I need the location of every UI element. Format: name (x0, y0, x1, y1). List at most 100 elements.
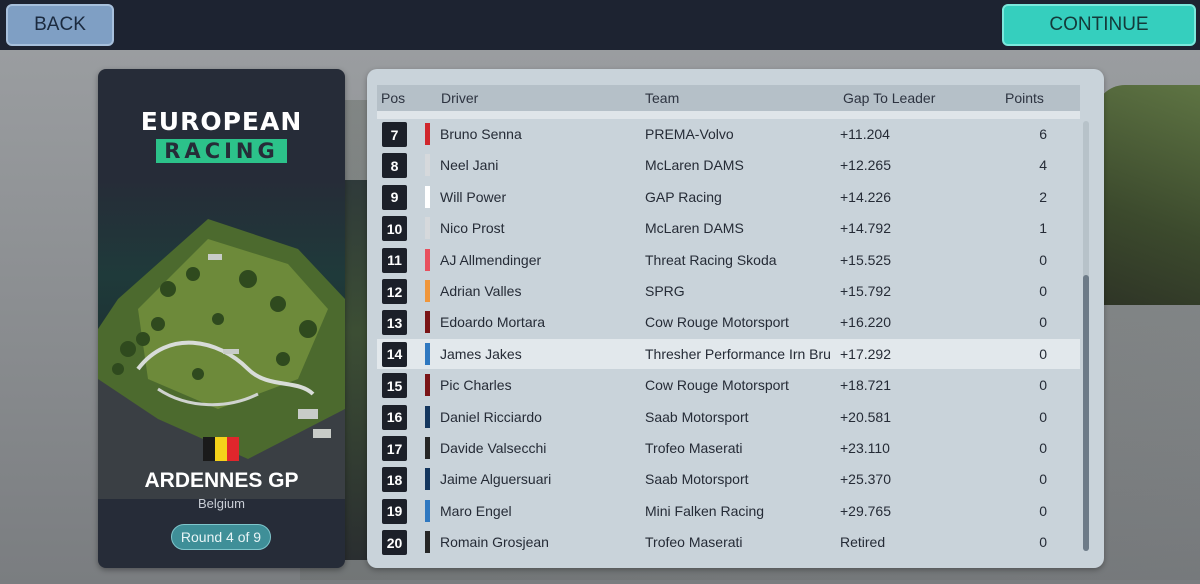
driver-name: Neel Jani (440, 157, 499, 174)
position-badge: 7 (382, 122, 407, 147)
points: 0 (1039, 408, 1047, 425)
team-color-bar (425, 280, 430, 302)
points: 0 (1039, 471, 1047, 488)
series-logo-line1: EUROPEAN (140, 107, 303, 136)
gap-to-leader: +14.226 (840, 188, 891, 205)
background-island (1095, 85, 1200, 305)
belgium-flag-icon (203, 437, 239, 461)
gap-to-leader: +14.792 (840, 220, 891, 237)
position-badge: 19 (382, 498, 407, 524)
header-team: Team (645, 90, 680, 106)
team-color-bar (425, 374, 430, 397)
table-row[interactable]: 7 Bruno Senna PREMA-Volvo +11.204 6 (377, 119, 1080, 149)
team-name: Cow Rouge Motorsport (645, 377, 789, 394)
table-row[interactable]: 17 Davide Valsecchi Trofeo Maserati +23.110… (377, 433, 1080, 463)
position-badge: 14 (382, 341, 407, 367)
points: 4 (1039, 157, 1047, 174)
team-color-bar (425, 342, 430, 365)
position-badge: 10 (382, 216, 407, 242)
position-badge: 12 (382, 279, 407, 304)
position-badge: 13 (382, 310, 407, 336)
driver-name: Romain Grosjean (440, 534, 549, 551)
flag-stripe (227, 437, 239, 461)
driver-name: Daniel Ricciardo (440, 408, 542, 425)
position-badge: 8 (382, 153, 407, 179)
points: 0 (1039, 345, 1047, 362)
gap-to-leader: +15.792 (840, 283, 891, 299)
position-badge: 9 (382, 184, 407, 210)
gap-to-leader: +11.204 (840, 126, 890, 142)
team-name: SPRG (645, 283, 685, 299)
table-row[interactable]: 15 Pic Charles Cow Rouge Motorsport +18.721… (377, 370, 1080, 400)
team-name: GAP Racing (645, 188, 722, 205)
points: 0 (1039, 283, 1047, 299)
table-row[interactable]: 19 Maro Engel Mini Falken Racing +29.765 0 (377, 496, 1080, 526)
team-color-bar (425, 311, 430, 334)
team-name: PREMA-Volvo (645, 126, 734, 142)
header-points: Points (1005, 90, 1044, 106)
gap-to-leader: Retired (840, 534, 886, 551)
team-color-bar (425, 437, 430, 459)
header-gap: Gap To Leader (843, 90, 936, 106)
flag-stripe (203, 437, 215, 461)
driver-name: Bruno Senna (440, 126, 522, 142)
points: 0 (1039, 440, 1047, 456)
continue-button[interactable]: CONTINUE (1002, 4, 1196, 46)
team-name: Saab Motorsport (645, 408, 749, 425)
table-row[interactable]: 11 AJ Allmendinger Threat Racing Skoda +15.… (377, 245, 1080, 275)
results-list[interactable]: 7 Bruno Senna PREMA-Volvo +11.204 6 8 Neel Jan… (377, 115, 1080, 560)
table-row[interactable]: 9 Will Power GAP Racing +14.226 2 (377, 182, 1080, 212)
team-color-bar (425, 405, 430, 428)
gap-to-leader: +17.292 (840, 345, 891, 362)
driver-name: Davide Valsecchi (440, 440, 547, 456)
gap-to-leader: +20.581 (840, 408, 891, 425)
driver-name: Pic Charles (440, 377, 512, 394)
event-card: EUROPEAN RACING ARDENNES GP Belgium Roun… (98, 69, 345, 568)
driver-name: AJ Allmendinger (440, 251, 542, 268)
table-row[interactable]: 18 Jaime Alguersuari Saab Motorsport +25.37… (377, 464, 1080, 494)
series-logo: EUROPEAN RACING (98, 107, 345, 163)
team-name: Thresher Performance Irn Bru (645, 345, 831, 362)
gap-to-leader: +12.265 (840, 157, 891, 174)
driver-name: Maro Engel (440, 502, 512, 519)
points: 6 (1039, 126, 1047, 142)
points: 0 (1039, 502, 1047, 519)
table-row[interactable]: 8 Neel Jani McLaren DAMS +12.265 4 (377, 150, 1080, 180)
table-row[interactable]: 16 Daniel Ricciardo Saab Motorsport +20.581… (377, 402, 1080, 432)
gap-to-leader: +25.370 (840, 471, 891, 488)
table-row[interactable]: 10 Nico Prost McLaren DAMS +14.792 1 (377, 213, 1080, 243)
gap-to-leader: +29.765 (840, 502, 891, 519)
team-color-bar (425, 217, 430, 240)
results-panel: Pos Driver Team Gap To Leader Points 7 Br… (367, 69, 1104, 568)
results-header: Pos Driver Team Gap To Leader Points (377, 85, 1080, 111)
team-color-bar (425, 154, 430, 177)
position-badge: 17 (382, 436, 407, 461)
gap-to-leader: +18.721 (840, 377, 891, 394)
points: 2 (1039, 188, 1047, 205)
position-badge: 20 (382, 530, 407, 556)
position-badge: 11 (382, 247, 407, 273)
table-row[interactable]: 14 James Jakes Thresher Performance Irn Br… (377, 338, 1080, 369)
team-name: Trofeo Maserati (645, 534, 743, 551)
team-name: Saab Motorsport (645, 471, 749, 488)
points: 0 (1039, 314, 1047, 331)
series-logo-line2: RACING (156, 139, 287, 163)
back-button[interactable]: BACK (6, 4, 114, 46)
gap-to-leader: +23.110 (840, 440, 890, 456)
team-name: Threat Racing Skoda (645, 251, 777, 268)
position-badge: 18 (382, 467, 407, 493)
scrollbar[interactable] (1083, 121, 1089, 551)
table-row[interactable]: 20 Romain Grosjean Trofeo Maserati Retired 0 (377, 527, 1080, 557)
scrollbar-thumb[interactable] (1083, 275, 1089, 551)
driver-name: Nico Prost (440, 220, 505, 237)
table-row[interactable]: 13 Edoardo Mortara Cow Rouge Motorsport +16… (377, 307, 1080, 337)
points: 0 (1039, 251, 1047, 268)
table-row[interactable]: 12 Adrian Valles SPRG +15.792 0 (377, 276, 1080, 306)
driver-name: James Jakes (440, 345, 522, 362)
position-badge: 16 (382, 404, 407, 430)
team-name: Trofeo Maserati (645, 440, 743, 456)
track-country: Belgium (198, 496, 245, 511)
points: 0 (1039, 377, 1047, 394)
team-color-bar (425, 123, 430, 145)
team-color-bar (425, 531, 430, 554)
